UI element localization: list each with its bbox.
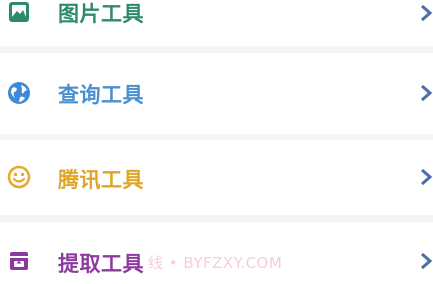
chevron-right-icon xyxy=(419,84,433,102)
smile-icon xyxy=(6,164,32,190)
menu-item-label: 查询工具 xyxy=(58,83,144,107)
globe-icon xyxy=(6,80,32,106)
menu-item-label: 图片工具 xyxy=(58,2,144,26)
chevron-right-icon xyxy=(419,252,433,270)
chevron-right-icon xyxy=(419,168,433,186)
chevron-right-icon xyxy=(419,4,433,22)
menu-item-query-tools[interactable]: 查询工具 xyxy=(0,53,433,134)
menu-item-label: 腾讯工具 xyxy=(58,168,144,192)
watermark-text: 线 • BYFZXY.COM xyxy=(148,254,283,272)
image-icon xyxy=(6,0,32,26)
menu-item-tencent-tools[interactable]: 腾讯工具 xyxy=(0,140,433,215)
tool-menu-screen: 图片工具 查询工具 腾讯工具 提取工具 线 • BYFZXY.COM xyxy=(0,0,433,284)
menu-item-label: 提取工具 xyxy=(58,252,144,276)
archive-icon xyxy=(6,248,32,274)
menu-item-image-tools[interactable]: 图片工具 xyxy=(0,0,433,46)
